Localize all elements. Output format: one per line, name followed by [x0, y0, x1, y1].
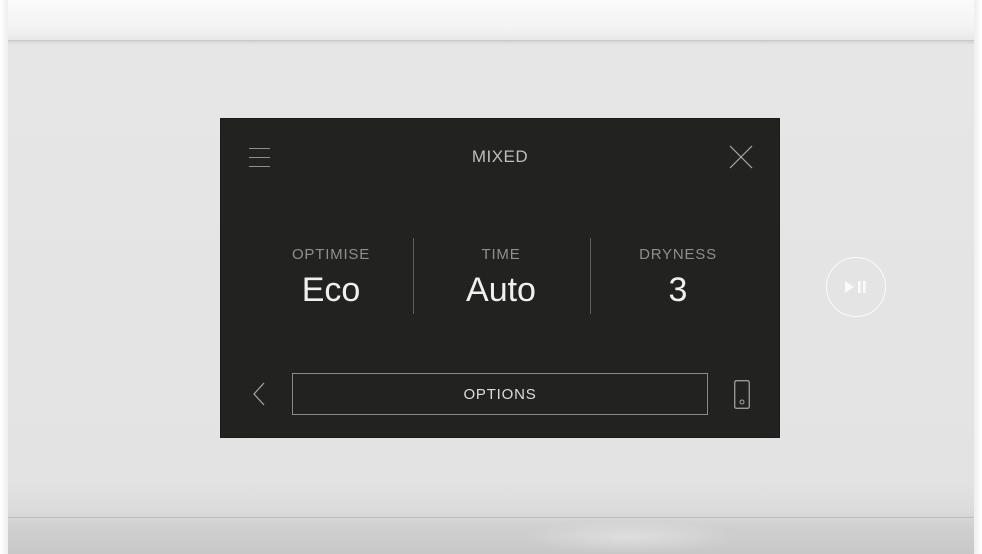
left-edge: [0, 0, 8, 554]
options-button[interactable]: OPTIONS: [292, 373, 708, 415]
right-edge: [974, 0, 982, 554]
play-pause-button[interactable]: [826, 257, 886, 317]
bottom-bezel: [8, 517, 974, 554]
phone-icon[interactable]: [734, 380, 750, 409]
time-setting[interactable]: TIME Auto: [411, 238, 591, 309]
optimise-setting[interactable]: OPTIMISE Eco: [241, 238, 421, 309]
program-title: MIXED: [471, 147, 529, 166]
optimise-value: Eco: [301, 271, 361, 309]
top-bezel: [8, 0, 974, 41]
dryness-setting[interactable]: DRYNESS 3: [588, 238, 768, 309]
time-value: Auto: [466, 271, 536, 309]
appliance-panel: MIXED OPTIMISE Eco TIME Auto DRYNESS 3 O…: [0, 0, 982, 554]
chevron-left-icon[interactable]: [252, 382, 266, 406]
time-label: TIME: [481, 246, 521, 263]
program-settings: OPTIMISE Eco TIME Auto DRYNESS 3: [221, 238, 779, 314]
settings-divider: [413, 238, 414, 314]
dryness-value: 3: [668, 271, 688, 309]
dryness-label: DRYNESS: [639, 246, 717, 263]
display-screen: MIXED OPTIMISE Eco TIME Auto DRYNESS 3 O…: [221, 119, 779, 437]
bottom-glare: [520, 520, 740, 554]
close-icon-glyph: [729, 145, 753, 169]
close-icon[interactable]: [729, 145, 753, 169]
play-pause-icon: [845, 281, 866, 293]
phone-icon-glyph: [734, 380, 750, 409]
settings-divider: [590, 238, 591, 314]
bezel-shadow: [8, 41, 974, 45]
optimise-label: OPTIMISE: [291, 246, 371, 263]
chevron-left-icon-glyph: [253, 382, 265, 406]
